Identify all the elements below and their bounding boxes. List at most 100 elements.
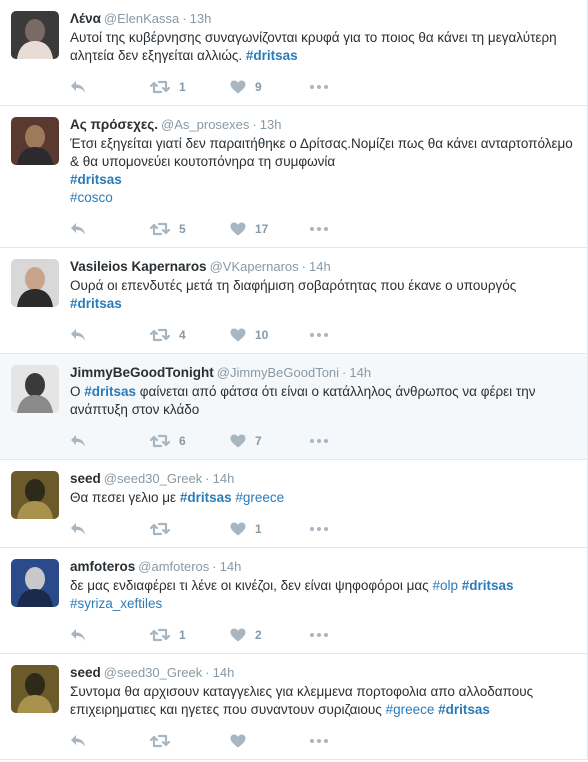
tweet-timestamp[interactable]: 13h	[260, 117, 282, 132]
retweet-button[interactable]	[150, 522, 230, 536]
hashtag-link[interactable]: #dritsas	[70, 172, 122, 187]
reply-button[interactable]	[70, 628, 150, 642]
user-fullname[interactable]: JimmyBeGoodTonight	[70, 365, 214, 380]
tweet-timestamp[interactable]: 14h	[213, 471, 235, 486]
user-fullname[interactable]: Vasileios Kapernaros	[70, 259, 207, 274]
tweet-timestamp[interactable]: 14h	[213, 665, 235, 680]
reply-icon	[70, 328, 86, 342]
reply-button[interactable]	[70, 80, 150, 94]
separator-dot: ·	[212, 559, 217, 574]
tweet-actions: 1	[70, 511, 575, 547]
tweet[interactable]: seed @seed30_Greek · 14h Συντομα θα αρχισουν…	[0, 654, 587, 760]
like-button[interactable]: 10	[230, 328, 310, 342]
user-handle[interactable]: @amfoteros	[138, 559, 209, 574]
like-count: 10	[255, 328, 269, 342]
reply-button[interactable]	[70, 328, 150, 342]
tweet-text: Αυτοί της κυβέρνησης συναγωνίζονται κρυφ…	[70, 29, 575, 65]
like-button[interactable]: 9	[230, 80, 310, 94]
retweet-button[interactable]: 5	[150, 222, 230, 236]
reply-button[interactable]	[70, 222, 150, 236]
tweet[interactable]: Ας πρόσεχες. @As_prosexes · 13h Έτσι εξηγείτ…	[0, 106, 587, 248]
more-dots-icon[interactable]	[310, 527, 390, 531]
like-button[interactable]: 1	[230, 522, 310, 536]
hashtag-link[interactable]: #olp	[432, 578, 458, 593]
retweet-count: 6	[179, 434, 186, 448]
tweet-text-segment: Ουρά οι επενδυτές μετά τη διαφήμιση σοβα…	[70, 278, 517, 293]
reply-button[interactable]	[70, 734, 150, 748]
tweet[interactable]: Vasileios Kapernaros @VKapernaros · 14h Ουρά…	[0, 248, 587, 354]
avatar[interactable]	[11, 559, 59, 607]
retweet-count: 5	[179, 222, 186, 236]
hashtag-link[interactable]: #dritsas	[70, 296, 122, 311]
user-fullname[interactable]: seed	[70, 471, 101, 486]
user-handle[interactable]: @ElenKassa	[104, 11, 179, 26]
hashtag-link[interactable]: #dritsas	[180, 490, 232, 505]
user-fullname[interactable]: seed	[70, 665, 101, 680]
hashtag-link[interactable]: #dritsas	[84, 384, 136, 399]
more-dots-icon[interactable]	[310, 633, 390, 637]
tweet-actions: 12	[70, 617, 575, 653]
retweet-count: 1	[179, 628, 186, 642]
user-fullname[interactable]: Λένα	[70, 11, 101, 26]
avatar[interactable]	[11, 471, 59, 519]
tweet[interactable]: JimmyBeGoodTonight @JimmyBeGoodToni · 14h Ο …	[0, 354, 587, 460]
tweet-timestamp[interactable]: 14h	[220, 559, 242, 574]
tweet-actions: 67	[70, 423, 575, 459]
retweet-button[interactable]: 4	[150, 328, 230, 342]
like-button[interactable]	[230, 734, 310, 748]
hashtag-link[interactable]: #greece	[235, 490, 284, 505]
tweet-header: Vasileios Kapernaros @VKapernaros · 14h	[70, 258, 575, 276]
retweet-button[interactable]	[150, 734, 230, 748]
tweet-timestamp[interactable]: 14h	[349, 365, 371, 380]
separator-dot: ·	[342, 365, 347, 380]
reply-button[interactable]	[70, 522, 150, 536]
tweet[interactable]: seed @seed30_Greek · 14h Θα πεσει γελιο με #…	[0, 460, 587, 548]
retweet-count: 1	[179, 80, 186, 94]
retweet-count: 4	[179, 328, 186, 342]
hashtag-link[interactable]: #dritsas	[246, 48, 298, 63]
like-button[interactable]: 17	[230, 222, 310, 236]
tweet-text-segment: Θα πεσει γελιο με	[70, 490, 180, 505]
like-button[interactable]: 7	[230, 434, 310, 448]
retweet-button[interactable]: 1	[150, 80, 230, 94]
user-fullname[interactable]: Ας πρόσεχες.	[70, 117, 158, 132]
reply-icon	[70, 522, 86, 536]
retweet-button[interactable]: 6	[150, 434, 230, 448]
more-dots-icon[interactable]	[310, 439, 390, 443]
like-button[interactable]: 2	[230, 628, 310, 642]
avatar[interactable]	[11, 365, 59, 413]
tweet-text-segment: φαίνεται από φάτσα ότι είναι ο κατάλληλο…	[70, 384, 536, 417]
tweet-timestamp[interactable]: 14h	[309, 259, 331, 274]
user-handle[interactable]: @As_prosexes	[161, 117, 249, 132]
user-handle[interactable]: @VKapernaros	[210, 259, 299, 274]
user-handle[interactable]: @JimmyBeGoodToni	[217, 365, 339, 380]
separator-dot: ·	[205, 665, 210, 680]
user-handle[interactable]: @seed30_Greek	[104, 665, 202, 680]
hashtag-link[interactable]: #dritsas	[438, 702, 490, 717]
avatar[interactable]	[11, 665, 59, 713]
avatar[interactable]	[11, 117, 59, 165]
more-dots-icon[interactable]	[310, 333, 390, 337]
hashtag-link[interactable]: #syriza_xeftiles	[70, 596, 162, 611]
reply-icon	[70, 222, 86, 236]
more-dots-icon[interactable]	[310, 85, 390, 89]
retweet-button[interactable]: 1	[150, 628, 230, 642]
reply-button[interactable]	[70, 434, 150, 448]
avatar[interactable]	[11, 259, 59, 307]
heart-icon	[230, 328, 246, 342]
retweet-icon	[150, 734, 170, 748]
hashtag-link[interactable]: #dritsas	[462, 578, 514, 593]
user-fullname[interactable]: amfoteros	[70, 559, 135, 574]
more-dots-icon[interactable]	[310, 739, 390, 743]
more-dots-icon[interactable]	[310, 227, 390, 231]
tweet[interactable]: Λένα @ElenKassa · 13h Αυτοί της κυβέρνησης σ…	[0, 0, 587, 106]
tweet[interactable]: amfoteros @amfoteros · 14h δε μας ενδιαφέρει…	[0, 548, 587, 654]
tweet-header: JimmyBeGoodTonight @JimmyBeGoodToni · 14h	[70, 364, 575, 382]
tweet-timestamp[interactable]: 13h	[190, 11, 212, 26]
hashtag-link[interactable]: #cosco	[70, 190, 113, 205]
tweet-actions	[70, 723, 575, 759]
avatar[interactable]	[11, 11, 59, 59]
tweet-header: amfoteros @amfoteros · 14h	[70, 558, 575, 576]
hashtag-link[interactable]: #greece	[386, 702, 435, 717]
user-handle[interactable]: @seed30_Greek	[104, 471, 202, 486]
